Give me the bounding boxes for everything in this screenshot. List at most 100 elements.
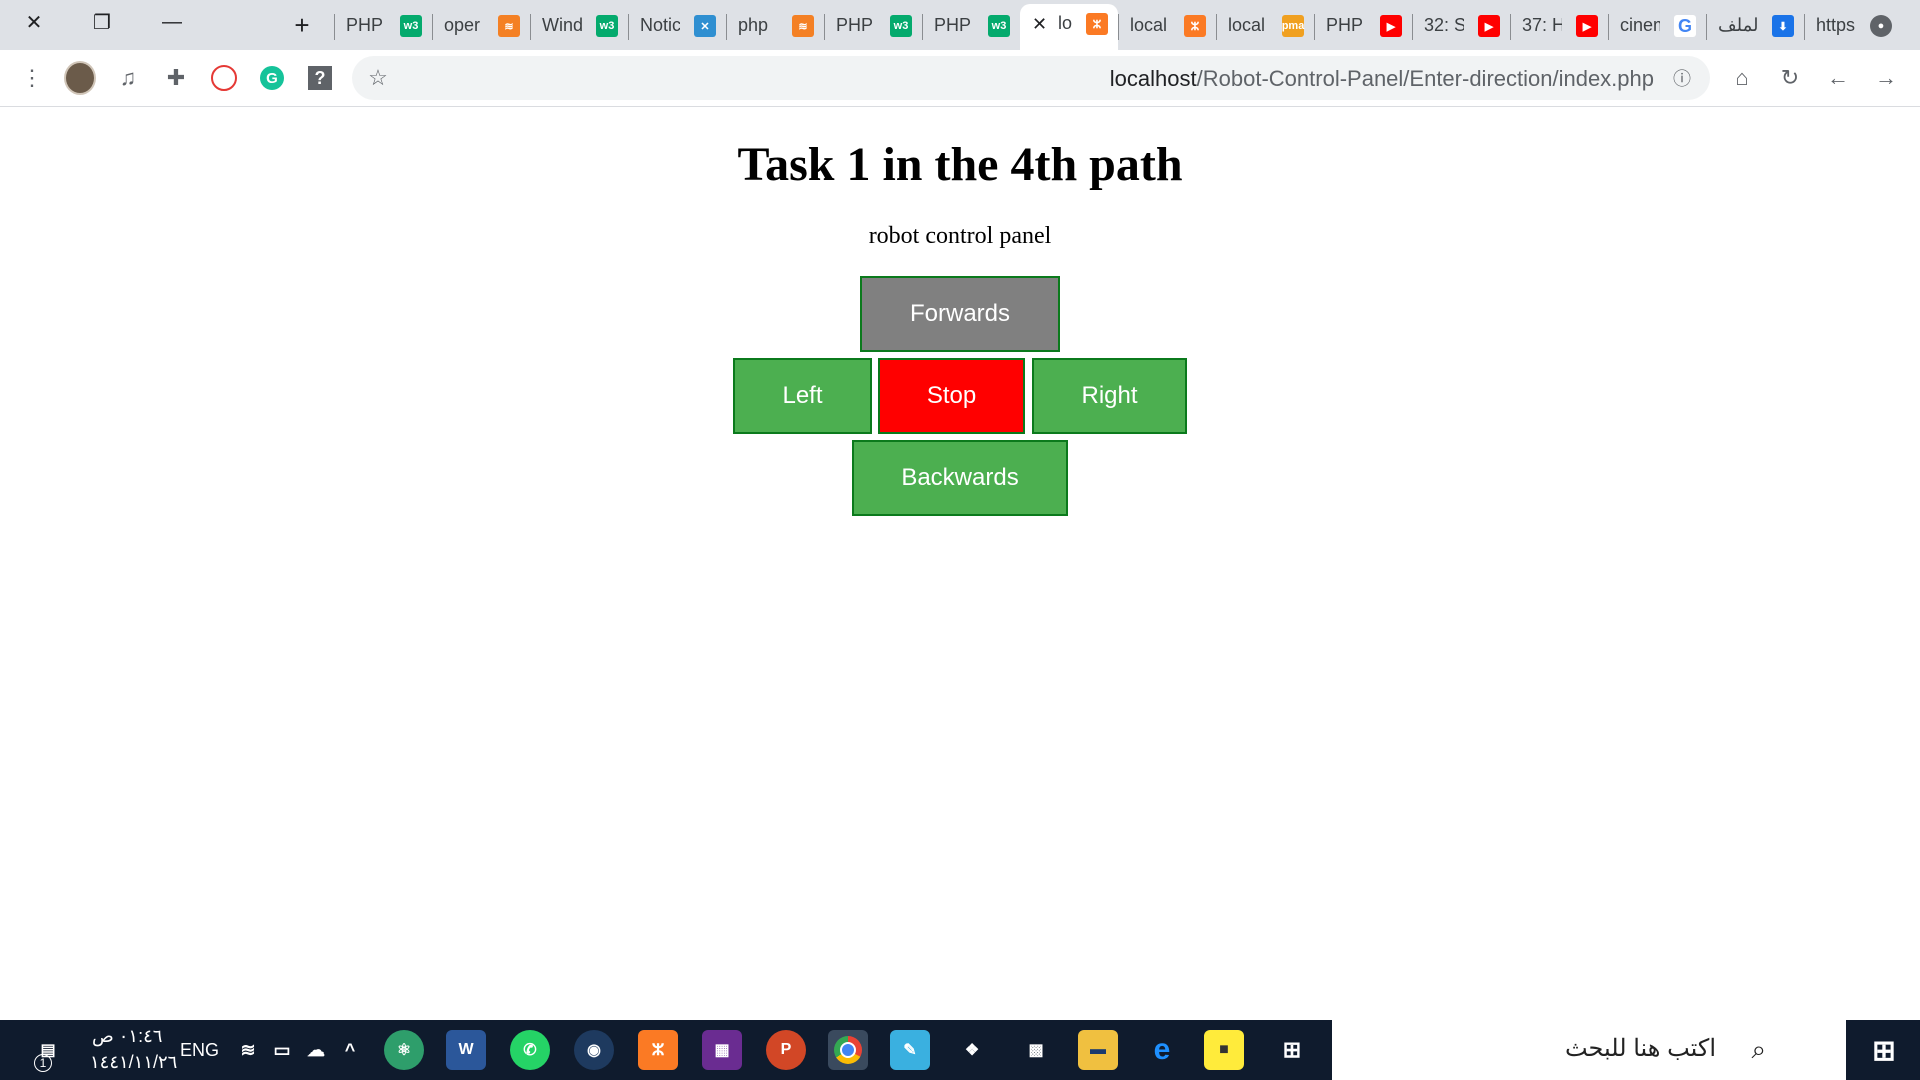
grammarly-icon[interactable]: G [256,62,288,94]
browser-tab[interactable]: local ⵣ [1118,6,1216,46]
tab-separator [1804,14,1805,40]
tab-favicon-icon: ▶ [1576,15,1598,37]
browser-tab[interactable]: Wind w3 [530,6,628,46]
forward-arrow-icon[interactable]: → [1870,62,1902,94]
home-icon[interactable]: ⌂ [1726,62,1758,94]
winrar-app-icon[interactable]: ▦ [702,1030,742,1070]
bookmark-star-icon[interactable]: ☆ [362,62,394,94]
tab-title: 32: S [1424,15,1464,35]
profile-avatar[interactable] [64,61,96,95]
tab-favicon-icon: ⵣ [1184,15,1206,37]
browser-tab[interactable]: Notic ✕ [628,6,726,46]
tab-separator [922,14,923,40]
whatsapp-app-icon[interactable]: ✆ [510,1030,550,1070]
pencil-app-icon[interactable]: ✎ [890,1030,930,1070]
tab-separator [628,14,629,40]
page-title: Task 1 in the 4th path [737,138,1183,191]
browser-tab[interactable]: 37: H ▶ [1510,6,1608,46]
cinema4d-app-icon[interactable]: ◉ [574,1030,614,1070]
store-app-icon[interactable]: ▩ [1016,1030,1056,1070]
tab-title: الملف [1718,15,1758,35]
tab-favicon-icon: w3 [596,15,618,37]
close-tab-icon[interactable]: ✕ [1032,14,1047,35]
browser-tab[interactable]: cinem G [1608,6,1706,46]
clock-time[interactable]: ٠١:٤٦ ص [92,1026,162,1047]
language-indicator[interactable]: ENG [180,1040,219,1061]
new-tab-icon[interactable]: + [282,7,322,43]
taskbar-search-placeholder[interactable]: اكتب هنا للبحث [1565,1034,1716,1063]
address-url[interactable]: localhost/Robot-Control-Panel/Enter-dire… [1110,66,1654,92]
tab-separator [1118,14,1119,40]
show-hidden-icons-chevron-icon[interactable]: ^ [330,1030,370,1070]
edge-app-icon[interactable]: e [1142,1030,1182,1070]
browser-tab[interactable]: PHP ▶ [1314,6,1412,46]
tab-title: cinem [1620,15,1660,35]
tab-separator [432,14,433,40]
close-window-icon[interactable]: ✕ [10,0,58,44]
file-explorer-app-icon[interactable]: ▬ [1078,1030,1118,1070]
page-content: Task 1 in the 4th path robot control pan… [0,107,1920,1020]
browser-tab[interactable]: PHP w3 [922,6,1020,46]
tab-favicon-icon: ✕ [694,15,716,37]
back-arrow-icon[interactable]: ← [1822,62,1854,94]
tab-title: lo [1058,13,1072,33]
browser-tab[interactable]: oper ≋ [432,6,530,46]
left-button[interactable]: Left [733,358,872,434]
browser-tab[interactable]: ✕ lo ⵣ [1020,4,1118,50]
help-extension-icon[interactable]: ? [304,62,336,94]
backwards-button[interactable]: Backwards [852,440,1068,516]
browser-tab[interactable]: php ≋ [726,6,824,46]
chrome-app-icon[interactable] [828,1030,868,1070]
task-view-icon[interactable]: ⊞ [1272,1030,1312,1070]
tab-separator [1216,14,1217,40]
tab-separator [530,14,531,40]
tab-separator [1314,14,1315,40]
start-windows-icon[interactable]: ⊞ [1864,1030,1904,1070]
tab-separator [726,14,727,40]
stop-button[interactable]: Stop [878,358,1025,434]
minimize-window-icon[interactable]: — [148,0,196,44]
tab-title: PHP [836,15,874,35]
tab-separator [1510,14,1511,40]
browser-tab[interactable]: PHP w3 [824,6,922,46]
browser-toolbar: ⋮ ♫ ✚ G ? ☆ localhost/Robot-Control-Pane… [0,50,1920,107]
windows-taskbar: ▤ 1 ٠١:٤٦ ص ١٤٤١/١١/٢٦ ENG ≋ ▭ ☁ ^ ⚛ W ✆… [0,1020,1920,1080]
extension-red-circle-icon[interactable] [208,62,240,94]
sticky-notes-app-icon[interactable]: ■ [1204,1030,1244,1070]
browser-tab[interactable]: local pma [1216,6,1314,46]
powerpoint-app-icon[interactable]: P [766,1030,806,1070]
tab-favicon-icon: ≋ [498,15,520,37]
clock-date[interactable]: ١٤٤١/١١/٢٦ [90,1052,177,1073]
right-button[interactable]: Right [1032,358,1187,434]
reload-icon[interactable]: ↻ [1774,62,1806,94]
tab-title: PHP [934,15,972,35]
tab-separator [334,14,335,40]
menu-kebab-icon[interactable]: ⋮ [16,62,48,94]
tab-title: Wind [542,15,582,35]
extensions-icon[interactable]: ✚ [160,62,192,94]
tab-title: PHP [1326,15,1364,35]
word-app-icon[interactable]: W [446,1030,486,1070]
dropbox-app-icon[interactable]: ❖ [952,1030,992,1070]
atom-app-icon[interactable]: ⚛ [384,1030,424,1070]
tab-favicon-icon: ⬇ [1772,15,1794,37]
xampp-app-icon[interactable]: ⵣ [638,1030,678,1070]
tab-favicon-icon: ● [1870,15,1892,37]
browser-tab[interactable]: الملف ⬇ [1706,6,1804,46]
tab-title: oper [444,15,481,35]
omnibox[interactable]: ☆ localhost/Robot-Control-Panel/Enter-di… [352,56,1710,100]
browser-tab[interactable]: PHP w3 [334,6,432,46]
taskbar-search-box[interactable]: اكتب هنا للبحث ⌕ [1332,1020,1846,1080]
page-subtitle: robot control panel [868,223,1052,249]
browser-tab[interactable]: https ● [1804,6,1902,46]
forwards-button[interactable]: Forwards [860,276,1060,352]
media-queue-icon[interactable]: ♫ [112,62,144,94]
tab-favicon-icon: pma [1282,15,1304,37]
tab-title: https [1816,15,1856,35]
tab-separator [1706,14,1707,40]
restore-window-icon[interactable]: ❐ [78,0,126,44]
tab-title: PHP [346,15,384,35]
tab-favicon-icon: w3 [988,15,1010,37]
browser-tab[interactable]: 32: S ▶ [1412,6,1510,46]
site-info-icon[interactable]: ⓘ [1666,62,1698,94]
